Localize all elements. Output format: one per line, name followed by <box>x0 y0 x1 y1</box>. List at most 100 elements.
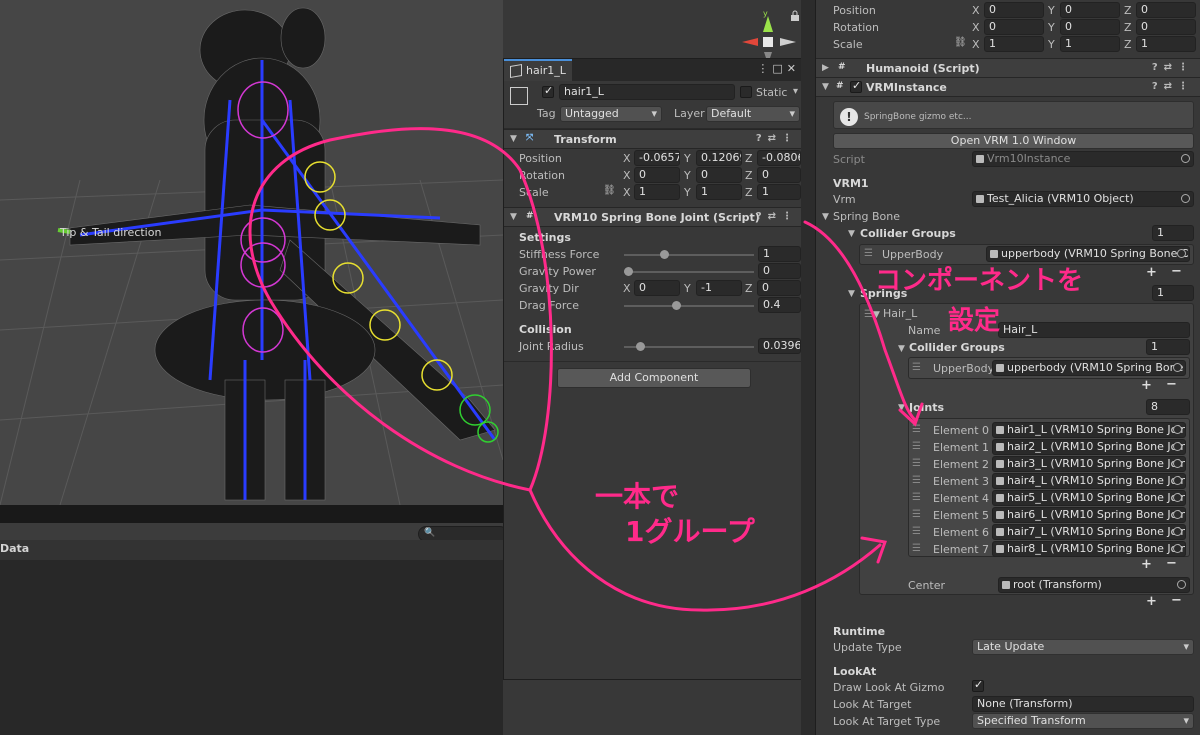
position-y-field[interactable]: 0 <box>1060 2 1120 18</box>
rotation-y-field[interactable]: 0 <box>1060 19 1120 35</box>
collider-groups-count[interactable]: 1 <box>1152 225 1194 241</box>
expand-caret-icon[interactable]: ▶ <box>822 63 829 73</box>
layer-dropdown[interactable]: Default <box>706 106 800 122</box>
component-menu-icons[interactable]: ?⇄⋮ <box>1152 81 1194 92</box>
drag-force-slider[interactable] <box>624 301 754 310</box>
transform-header[interactable]: ▼ ⤧ Transform ?⇄⋮ <box>504 129 804 149</box>
remove-button[interactable]: − <box>1171 264 1182 279</box>
joint-element-field[interactable]: hair2_L (VRM10 Spring Bone Joint <box>992 439 1186 455</box>
tab-hair1-l[interactable]: hair1_L <box>504 59 572 81</box>
add-button[interactable]: + <box>1141 378 1152 393</box>
humanoid-header[interactable]: ▶ # Humanoid (Script) ?⇄⋮ <box>816 58 1200 78</box>
add-button[interactable]: + <box>1141 557 1152 572</box>
add-button[interactable]: + <box>1146 594 1157 609</box>
slider-knob[interactable] <box>660 250 670 259</box>
remove-button[interactable]: − <box>1166 556 1177 571</box>
component-menu-icons[interactable]: ?⇄⋮ <box>756 133 798 144</box>
window-controls[interactable]: ⋮□✕ <box>757 62 800 75</box>
joint-element-field[interactable]: hair4_L (VRM10 Spring Bone Joint <box>992 473 1186 489</box>
stiffness-field[interactable]: 1 <box>758 246 801 262</box>
scene-view[interactable]: Tip & Tail direction <box>0 0 503 505</box>
rotation-z-field[interactable]: 0 <box>757 167 801 183</box>
drag-handle-icon[interactable]: ☰ <box>912 458 921 469</box>
drag-handle-icon[interactable]: ☰ <box>912 509 921 520</box>
joint-element-field[interactable]: hair7_L (VRM10 Spring Bone Joint <box>992 524 1186 540</box>
scale-y-field[interactable]: 1 <box>1060 36 1120 52</box>
drag-handle-icon[interactable]: ☰ <box>912 526 921 537</box>
component-menu-icons[interactable]: ?⇄⋮ <box>756 211 798 222</box>
vrminstance-header[interactable]: ▼ # VRMInstance ?⇄⋮ <box>816 77 1200 97</box>
rotation-z-field[interactable]: 0 <box>1136 19 1196 35</box>
springs-caret-icon[interactable]: ▼ <box>848 289 855 299</box>
collapse-caret-icon[interactable]: ▼ <box>510 212 517 222</box>
slider-knob[interactable] <box>636 342 646 351</box>
gravity-power-slider[interactable] <box>624 267 754 276</box>
joints-count[interactable]: 8 <box>1146 399 1190 415</box>
drag-handle-icon[interactable]: ☰ <box>912 441 921 452</box>
joint-radius-slider[interactable] <box>624 342 754 351</box>
draw-lookat-checkbox[interactable] <box>972 678 984 692</box>
drag-handle-icon[interactable]: ☰ <box>912 362 921 373</box>
position-z-field[interactable]: 0 <box>1136 2 1196 18</box>
rotation-y-field[interactable]: 0 <box>696 167 742 183</box>
main-inspector[interactable]: Position X 0 Y 0 Z 0 Rotation X 0 Y 0 Z … <box>815 0 1200 735</box>
hair-l-caret-icon[interactable]: ▼ <box>873 310 880 320</box>
spring-bone-caret-icon[interactable]: ▼ <box>822 212 829 222</box>
floating-inspector[interactable]: hair1_L ⋮□✕ hair1_L Static ▾ Tag Untagge… <box>503 58 805 680</box>
collapse-caret-icon[interactable]: ▼ <box>510 134 517 144</box>
remove-button[interactable]: − <box>1171 593 1182 608</box>
right-scrollbar[interactable] <box>801 0 815 735</box>
open-vrm-window-button[interactable]: Open VRM 1.0 Window <box>833 133 1194 149</box>
drag-force-field[interactable]: 0.4 <box>758 297 801 313</box>
tag-dropdown[interactable]: Untagged <box>560 106 662 122</box>
joint-element-field[interactable]: hair5_L (VRM10 Spring Bone Joint <box>992 490 1186 506</box>
drag-handle-icon[interactable]: ☰ <box>912 492 921 503</box>
scale-x-field[interactable]: 1 <box>984 36 1044 52</box>
joint-element-field[interactable]: hair6_L (VRM10 Spring Bone Joint <box>992 507 1186 523</box>
collapse-caret-icon[interactable]: ▼ <box>822 82 829 92</box>
lookat-target-field[interactable]: None (Transform) <box>972 696 1194 712</box>
joints-caret-icon[interactable]: ▼ <box>898 403 905 413</box>
scale-z-field[interactable]: 1 <box>1136 36 1196 52</box>
inner-upperbody-field[interactable]: upperbody (VRM10 Spring Bone C <box>992 360 1186 376</box>
center-field[interactable]: root (Transform) <box>998 577 1190 593</box>
inner-collider-caret-icon[interactable]: ▼ <box>898 344 905 354</box>
static-dropdown-icon[interactable]: ▾ <box>793 86 798 97</box>
drag-handle-icon[interactable]: ☰ <box>864 309 873 320</box>
drag-handle-icon[interactable]: ☰ <box>864 248 873 259</box>
vrm-object-field[interactable]: Test_Alicia (VRM10 Object) <box>972 191 1194 207</box>
drag-handle-icon[interactable]: ☰ <box>912 424 921 435</box>
position-x-field[interactable]: -0.0657 <box>634 150 680 166</box>
inner-collider-groups-count[interactable]: 1 <box>1146 339 1190 355</box>
component-menu-icons[interactable]: ?⇄⋮ <box>1152 62 1194 73</box>
joint-element-field[interactable]: hair1_L (VRM10 Spring Bone Joint <box>992 422 1186 438</box>
object-name-field[interactable]: hair1_L <box>559 84 735 100</box>
drag-handle-icon[interactable]: ☰ <box>912 543 921 554</box>
position-x-field[interactable]: 0 <box>984 2 1044 18</box>
name-field[interactable]: Hair_L <box>998 322 1190 338</box>
link-icon[interactable]: ⛓ <box>954 37 967 48</box>
gravity-power-field[interactable]: 0 <box>758 263 801 279</box>
joint-element-field[interactable]: hair8_L (VRM10 Spring Bone Joint <box>992 541 1186 557</box>
gravity-dir-z-field[interactable]: 0 <box>757 280 801 296</box>
static-checkbox[interactable] <box>740 86 752 98</box>
scale-y-field[interactable]: 1 <box>696 184 742 200</box>
add-component-button[interactable]: Add Component <box>557 368 751 388</box>
active-checkbox[interactable] <box>542 84 554 98</box>
collider-groups-caret-icon[interactable]: ▼ <box>848 229 855 239</box>
scale-z-field[interactable]: 1 <box>757 184 801 200</box>
joint-radius-field[interactable]: 0.0396 <box>758 338 801 354</box>
springs-count[interactable]: 1 <box>1152 285 1194 301</box>
gravity-dir-y-field[interactable]: -1 <box>696 280 742 296</box>
spring-joint-header[interactable]: ▼ # VRM10 Spring Bone Joint (Script) ?⇄⋮ <box>504 207 804 227</box>
drag-handle-icon[interactable]: ☰ <box>912 475 921 486</box>
position-y-field[interactable]: 0.12069 <box>696 150 742 166</box>
link-icon[interactable]: ⛓ <box>603 185 616 196</box>
add-button[interactable]: + <box>1146 265 1157 280</box>
gravity-dir-x-field[interactable]: 0 <box>634 280 680 296</box>
scale-x-field[interactable]: 1 <box>634 184 680 200</box>
lookat-target-type-dropdown[interactable]: Specified Transform <box>972 713 1194 729</box>
rotation-x-field[interactable]: 0 <box>984 19 1044 35</box>
joint-element-field[interactable]: hair3_L (VRM10 Spring Bone Joint <box>992 456 1186 472</box>
position-z-field[interactable]: -0.0806 <box>757 150 801 166</box>
